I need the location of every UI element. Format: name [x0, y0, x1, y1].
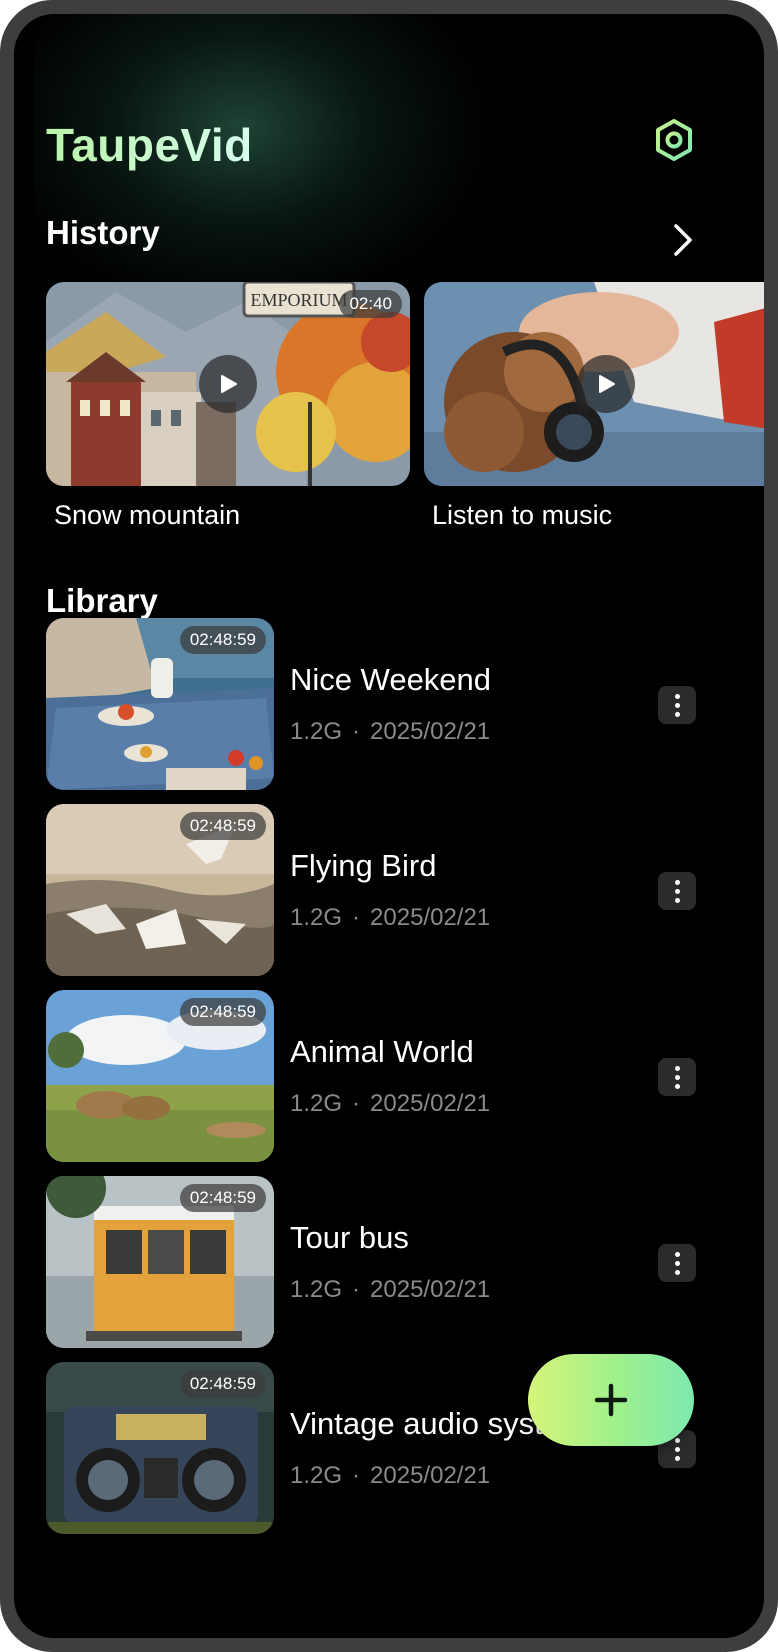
app-screen: TaupeVid History EMPORIUM 02:40 Snow mou… [14, 14, 764, 1638]
meta-separator: · [352, 904, 361, 931]
video-thumbnail: 02:48:59 [46, 990, 274, 1162]
play-icon [217, 373, 239, 395]
video-title: Nice Weekend [290, 662, 492, 697]
video-meta: 1.2G · 2025/02/21 [290, 904, 490, 932]
settings-button[interactable] [652, 118, 696, 162]
video-thumbnail: 02:48:59 [46, 1176, 274, 1348]
more-options-button[interactable] [658, 1244, 696, 1282]
video-title: Flying Bird [290, 848, 437, 883]
device-frame: TaupeVid History EMPORIUM 02:40 Snow mou… [0, 0, 778, 1652]
duration-badge: 02:48:59 [179, 812, 266, 840]
more-vertical-icon [674, 693, 680, 717]
video-date: 2025/02/21 [370, 904, 491, 931]
meta-separator: · [352, 1462, 361, 1489]
more-options-button[interactable] [658, 872, 696, 910]
play-button[interactable] [199, 355, 257, 413]
history-caption: Listen to music [432, 500, 613, 530]
video-size: 1.2G [290, 1462, 343, 1489]
video-size: 1.2G [290, 718, 343, 745]
play-button[interactable] [577, 355, 635, 413]
more-vertical-icon [674, 1437, 680, 1461]
video-thumbnail: 02:48:59 [46, 1362, 274, 1534]
library-item[interactable]: 02:48:59 Nice Weekend 1.2G · 2025/02/21 [46, 618, 716, 790]
library-item[interactable]: 02:48:59 Animal World 1.2G · 2025/02/21 [46, 990, 716, 1162]
meta-separator: · [352, 1090, 361, 1117]
video-size: 1.2G [290, 1090, 343, 1117]
more-vertical-icon [674, 1251, 680, 1275]
play-icon [595, 373, 617, 395]
duration-badge: 02:48:59 [179, 1370, 266, 1398]
more-options-button[interactable] [658, 686, 696, 724]
duration-badge: 02:48:59 [179, 998, 266, 1026]
video-size: 1.2G [290, 1276, 343, 1303]
video-meta: 1.2G · 2025/02/21 [290, 718, 490, 746]
history-more-button[interactable] [668, 220, 698, 260]
settings-hex-icon [654, 118, 694, 162]
plus-icon [594, 1383, 628, 1417]
add-video-button[interactable] [528, 1354, 694, 1446]
library-item[interactable]: 02:48:59 Flying Bird 1.2G · 2025/02/21 [46, 804, 716, 976]
video-thumbnail: 02:48:59 [46, 618, 274, 790]
history-caption: Snow mountain [54, 500, 241, 530]
history-card-snow-mountain[interactable]: EMPORIUM 02:40 Snow mountain [46, 282, 410, 531]
video-title: Animal World [290, 1034, 474, 1069]
history-thumbnail [424, 282, 764, 486]
video-size: 1.2G [290, 904, 343, 931]
chevron-right-icon [672, 223, 694, 257]
app-title: TaupeVid [46, 119, 253, 171]
more-options-button[interactable] [658, 1058, 696, 1096]
video-date: 2025/02/21 [370, 718, 491, 745]
svg-text:EMPORIUM: EMPORIUM [250, 290, 347, 310]
video-title: Tour bus [290, 1220, 409, 1255]
library-title: Library [46, 582, 158, 619]
duration-badge: 02:40 [339, 290, 402, 318]
video-meta: 1.2G · 2025/02/21 [290, 1276, 490, 1304]
more-vertical-icon [674, 879, 680, 903]
video-date: 2025/02/21 [370, 1276, 491, 1303]
history-title: History [46, 214, 160, 251]
more-vertical-icon [674, 1065, 680, 1089]
video-date: 2025/02/21 [370, 1090, 491, 1117]
history-thumbnail: EMPORIUM 02:40 [46, 282, 410, 486]
video-meta: 1.2G · 2025/02/21 [290, 1090, 490, 1118]
history-card-listen-to-music[interactable]: Listen to music [424, 282, 764, 531]
video-date: 2025/02/21 [370, 1462, 491, 1489]
library-item[interactable]: 02:48:59 Tour bus 1.2G · 2025/02/21 [46, 1176, 716, 1348]
duration-badge: 02:48:59 [179, 1184, 266, 1212]
meta-separator: · [352, 718, 361, 745]
video-meta: 1.2G · 2025/02/21 [290, 1462, 490, 1490]
duration-badge: 02:48:59 [179, 626, 266, 654]
video-thumbnail: 02:48:59 [46, 804, 274, 976]
meta-separator: · [352, 1276, 361, 1303]
